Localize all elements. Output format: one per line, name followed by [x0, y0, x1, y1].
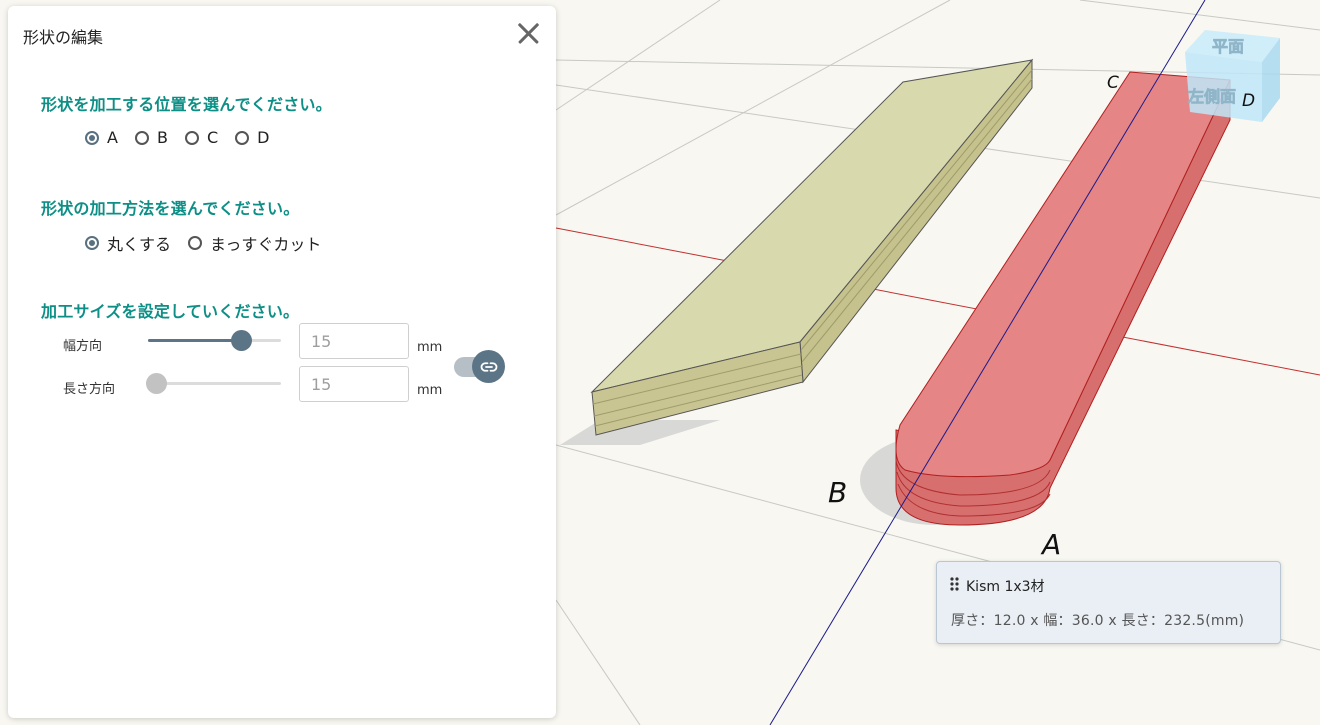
link-icon — [480, 361, 497, 372]
width-slider[interactable] — [148, 330, 281, 351]
length-direction-label: 長さ方向 — [63, 382, 116, 397]
slider-thumb[interactable] — [146, 373, 167, 394]
width-direction-label: 幅方向 — [63, 339, 103, 354]
panel-title: 形状の編集 — [23, 28, 104, 47]
view-cube-left-label: 左側面 — [1187, 87, 1236, 106]
radio-unchecked-icon[interactable] — [184, 130, 199, 145]
position-option-label: D — [257, 128, 270, 147]
corner-label-b: B — [828, 476, 847, 509]
position-section-title: 形状を加工する位置を選んでください。 — [41, 95, 332, 114]
method-option-round[interactable]: 丸くする — [85, 231, 171, 255]
board-dimensions: 厚さ：12.0 x 幅：36.0 x 長さ：232.5(mm) — [951, 613, 1245, 629]
position-radio-group: A B C D — [85, 128, 286, 147]
method-option-label: まっすぐカット — [210, 235, 322, 254]
length-unit: mm — [417, 383, 443, 398]
position-option-d[interactable]: D — [235, 128, 269, 147]
slider-track — [148, 382, 281, 385]
length-slider[interactable] — [146, 373, 281, 394]
radio-unchecked-icon[interactable] — [134, 130, 149, 145]
board-info-box[interactable]: Kism 1x3材 厚さ：12.0 x 幅：36.0 x 長さ：232.5(mm… — [936, 561, 1281, 644]
board-name: Kism 1x3材 — [966, 579, 1045, 595]
shape-edit-panel: 形状の編集 形状を加工する位置を選んでください。 A B C D 形状の加工方法… — [8, 6, 556, 718]
radio-unchecked-icon[interactable] — [235, 130, 250, 145]
corner-label-d: D — [1242, 91, 1255, 111]
position-option-a[interactable]: A — [85, 128, 118, 147]
toggle-thumb[interactable] — [472, 350, 505, 383]
position-option-c[interactable]: C — [184, 128, 219, 147]
method-option-straight-cut[interactable]: まっすぐカット — [188, 231, 321, 255]
link-sizes-toggle[interactable] — [454, 349, 508, 383]
corner-label-c: C — [1107, 73, 1119, 93]
method-option-label: 丸くする — [107, 235, 172, 254]
drag-handle-icon[interactable] — [950, 577, 959, 591]
method-radio-group: 丸くする まっすぐカット — [85, 231, 338, 255]
position-option-b[interactable]: B — [134, 128, 168, 147]
view-cube-top-label: 平面 — [1212, 37, 1244, 56]
width-size-input[interactable] — [299, 323, 409, 359]
radio-checked-icon[interactable] — [85, 236, 99, 250]
close-icon[interactable] — [514, 20, 542, 48]
position-option-label: B — [156, 128, 168, 147]
length-size-input[interactable] — [299, 366, 409, 402]
position-option-label: A — [107, 128, 118, 147]
size-section-title: 加工サイズを設定していください。 — [41, 302, 300, 321]
slider-thumb[interactable] — [231, 330, 252, 351]
view-cube[interactable]: 平面 左側面 — [1185, 30, 1280, 122]
width-unit: mm — [417, 340, 443, 355]
corner-label-a: A — [1040, 528, 1061, 561]
radio-checked-icon[interactable] — [85, 130, 99, 145]
slider-fill — [148, 339, 241, 342]
method-section-title: 形状の加工方法を選んでください。 — [41, 199, 300, 218]
position-option-label: C — [206, 128, 219, 147]
radio-unchecked-icon[interactable] — [188, 236, 203, 250]
